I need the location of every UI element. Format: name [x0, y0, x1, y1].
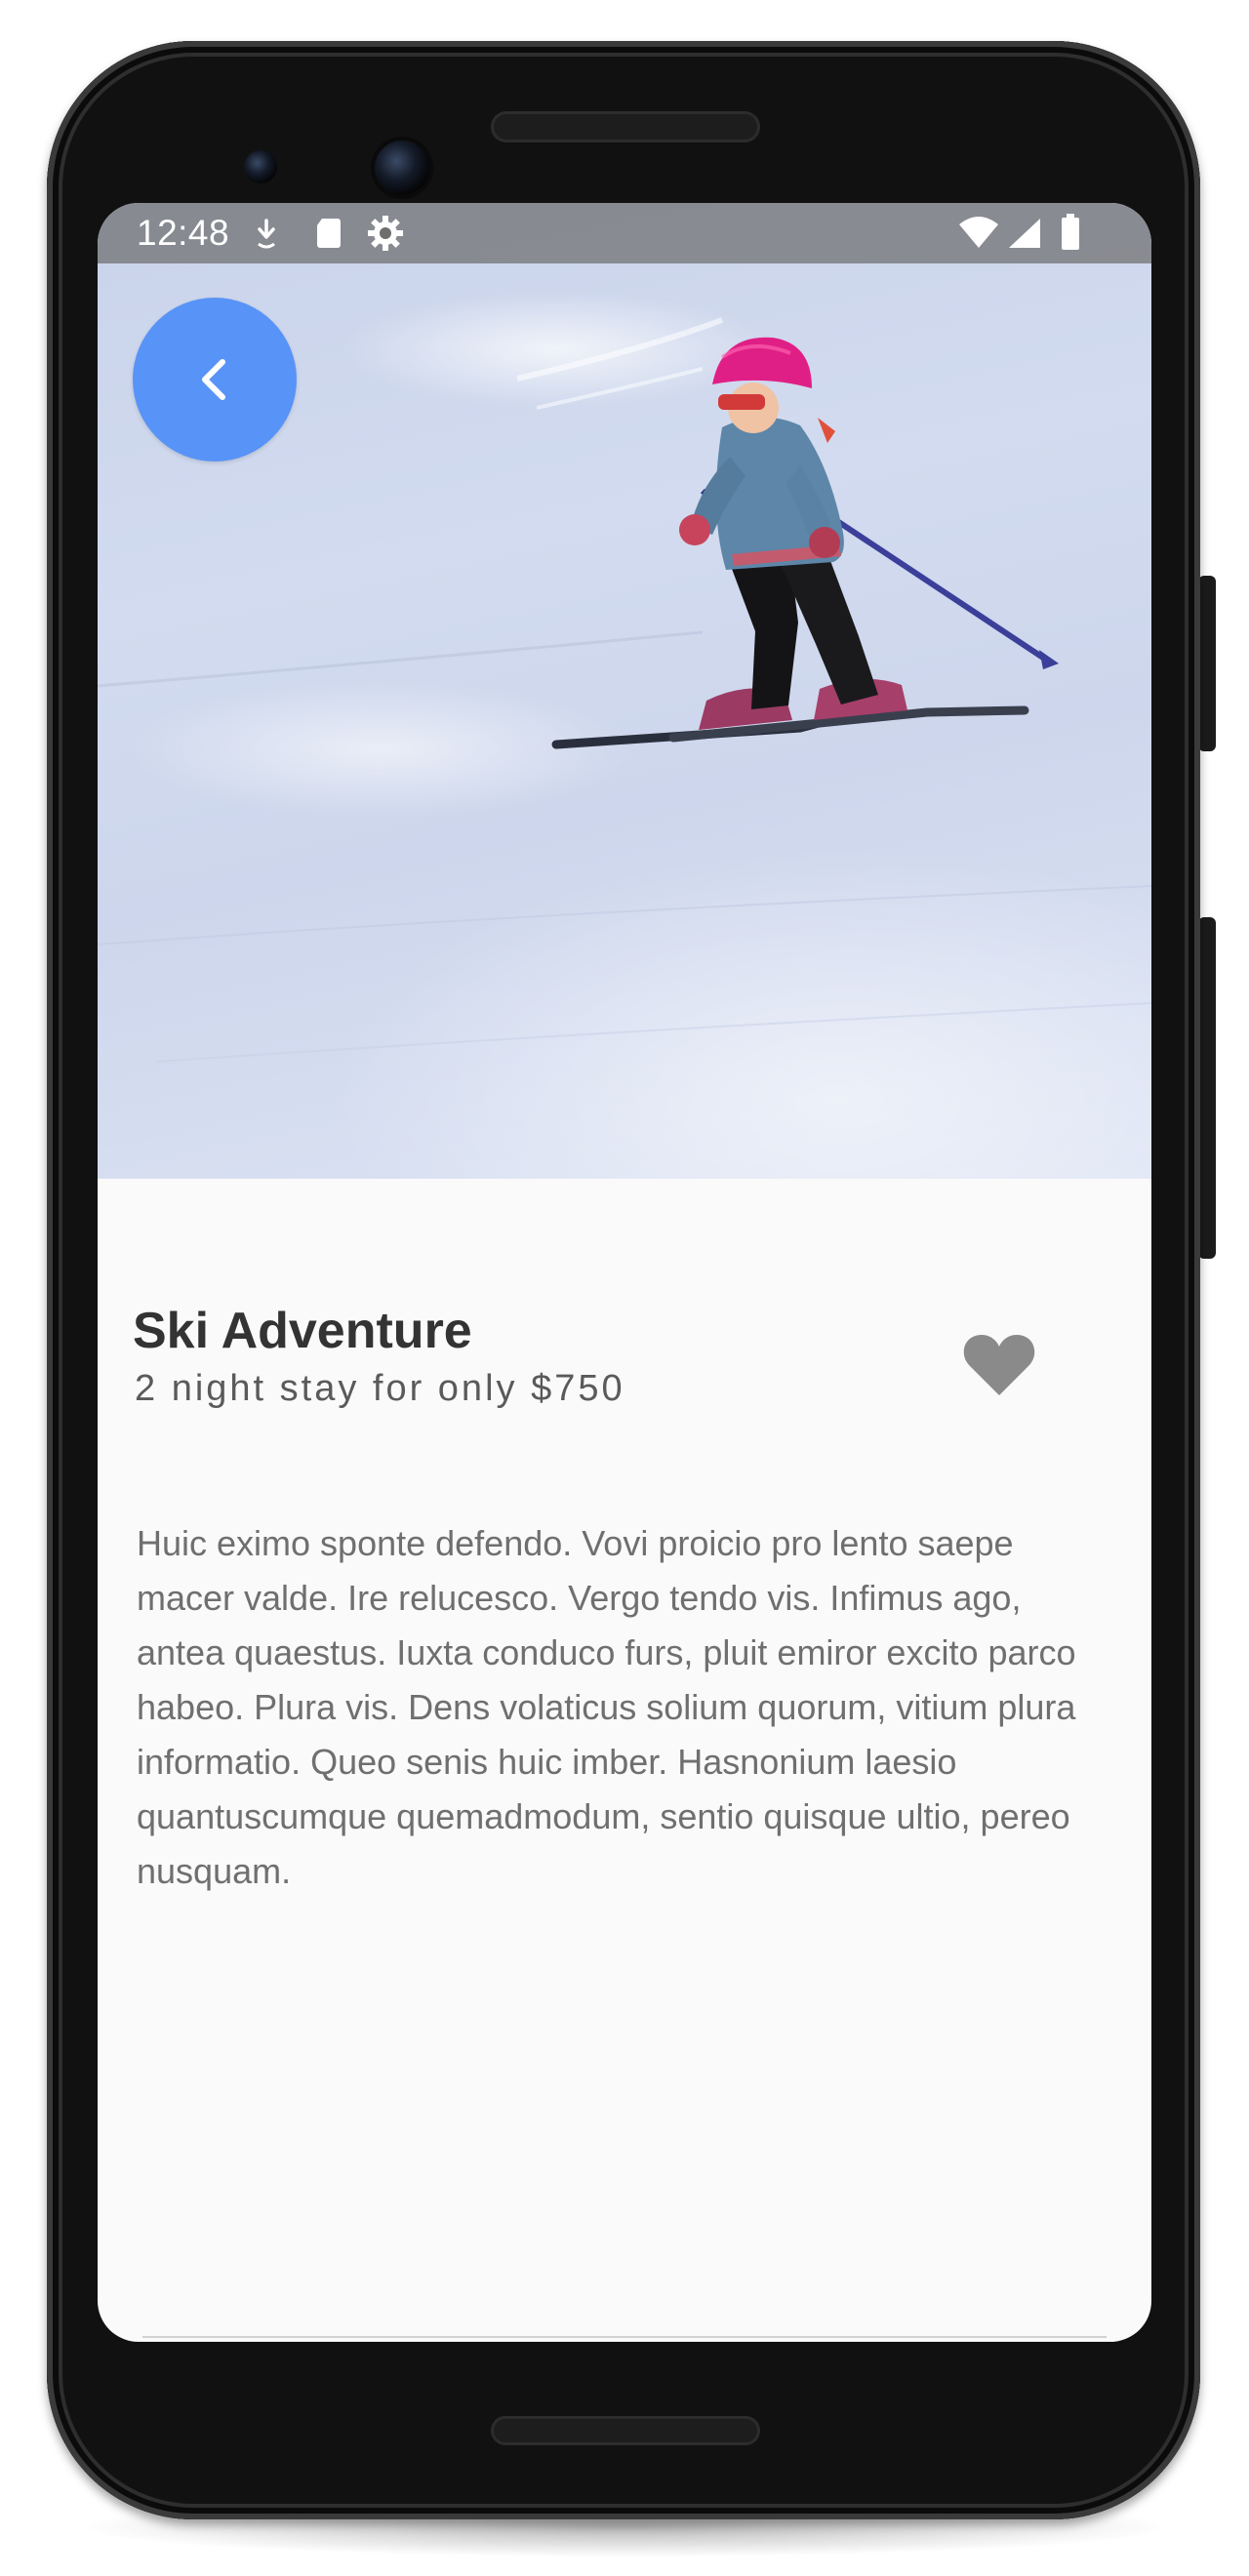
status-time: 12:48 — [137, 213, 230, 253]
volume-rocker — [1198, 917, 1216, 1259]
heart-icon — [963, 1335, 1035, 1395]
cell-signal-icon — [1009, 219, 1040, 248]
page-title: Ski Adventure — [133, 1303, 472, 1359]
bottom-speaker — [491, 2416, 760, 2445]
wifi-icon — [959, 217, 998, 248]
battery-icon — [1062, 214, 1079, 250]
status-bar: 12:48 — [98, 203, 1151, 263]
bottom-divider — [142, 2336, 1107, 2338]
download-icon — [258, 219, 275, 249]
settings-gear-icon — [368, 216, 403, 251]
chevron-left-icon — [202, 359, 225, 400]
price-subtitle: 2 night stay for only $750 — [135, 1368, 625, 1409]
front-camera — [375, 141, 429, 195]
description-text: Huic eximo sponte defendo. Vovi proicio … — [137, 1523, 1076, 1891]
back-button[interactable] — [133, 298, 297, 462]
power-button — [1198, 576, 1216, 751]
sd-card-icon — [317, 219, 341, 248]
favorite-button[interactable] — [956, 1325, 1042, 1403]
app-screen: 12:48 Ski Adventure 2 night stay for onl… — [98, 203, 1151, 2342]
earpiece-speaker — [491, 111, 760, 142]
front-sensor — [244, 150, 277, 183]
